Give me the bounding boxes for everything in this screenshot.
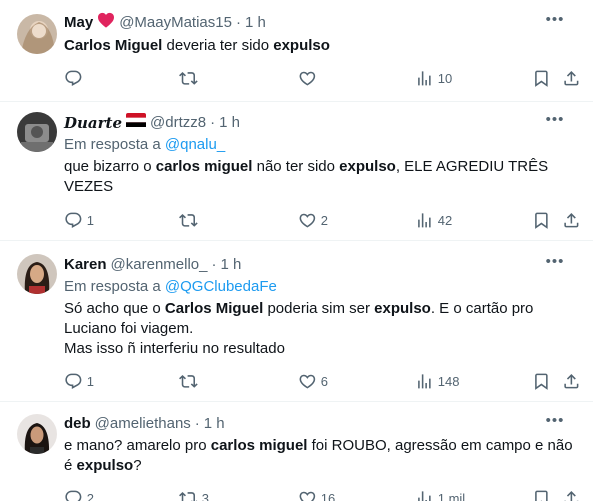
reply-to-link[interactable]: @QGClubedaFe [165,278,277,295]
views-button[interactable]: 42 [415,210,452,230]
views-icon [415,372,434,391]
views-button[interactable]: 1 mil [415,488,465,501]
retweet-icon [179,489,198,501]
like-button[interactable]: 2 [298,210,328,230]
reply-button[interactable]: 2 [64,488,94,501]
retweet-button[interactable] [179,210,202,230]
separator-dot: · [194,415,200,432]
display-name[interactable]: Karen [64,255,107,275]
like-button[interactable]: 16 [298,488,335,501]
reply-to-link[interactable]: @qnalu_ [165,136,225,153]
bookmark-button[interactable] [532,68,551,88]
reply-button[interactable] [64,68,87,88]
handle[interactable]: @ameliethans [95,414,191,434]
share-icon [562,489,581,501]
bookmark-button[interactable] [532,371,551,391]
tweet-actions: 1 2 42 [64,210,593,230]
like-icon [298,372,317,391]
share-button[interactable] [562,371,581,391]
timestamp[interactable]: 1 h [245,13,266,33]
timestamp[interactable]: 1 h [204,414,225,434]
display-name[interactable]: May [64,13,93,33]
share-button[interactable] [562,210,581,230]
retweet-icon [179,69,198,88]
avatar[interactable] [17,414,57,454]
bookmark-icon [532,69,551,88]
retweet-icon [179,372,198,391]
reply-button[interactable]: 1 [64,210,94,230]
handle[interactable]: @karenmello_ [111,255,208,275]
avatar[interactable] [17,14,57,54]
tweet[interactable]: deb @ameliethans · 1 h ••• e mano? amare… [0,402,593,501]
tweet[interactable]: Karen @karenmello_ · 1 h ••• Em resposta… [0,241,593,402]
retweet-button[interactable] [179,68,202,88]
retweet-button[interactable]: 3 [179,488,209,501]
views-icon [415,69,434,88]
reply-icon [64,69,83,88]
share-icon [562,372,581,391]
like-icon [298,69,317,88]
reply-icon [64,489,83,501]
tweet-text: Só acho que o Carlos Miguel poderia sim … [64,300,534,357]
retweet-button[interactable] [179,371,202,391]
share-icon [562,211,581,230]
tweet-text: Carlos Miguel deveria ter sido expulso [64,37,330,54]
bookmark-icon [532,372,551,391]
retweet-icon [179,211,198,230]
more-icon[interactable]: ••• [545,112,565,133]
reply-context: Em resposta a @QGClubedaFe [64,278,277,295]
more-icon[interactable]: ••• [545,254,565,275]
share-button[interactable] [562,68,581,88]
display-name[interactable]: deb [64,414,91,434]
separator-dot: · [211,256,217,273]
tweet-text: que bizarro o carlos miguel não ter sido… [64,158,549,195]
handle[interactable]: @MaayMatias15 [119,13,232,33]
reply-icon [64,372,83,391]
bookmark-icon [532,489,551,501]
tweet-header: deb @ameliethans · 1 h [64,414,579,434]
tweet-actions: 2 3 16 1 mil [64,488,593,501]
views-icon [415,489,434,501]
tweet-header: May @MaayMatias15 · 1 h [64,12,579,34]
bookmark-button[interactable] [532,488,551,501]
avatar[interactable] [17,112,57,152]
bookmark-button[interactable] [532,210,551,230]
reply-context: Em resposta a @qnalu_ [64,136,226,153]
like-button[interactable] [298,68,321,88]
tweet-actions: 1 6 148 [64,371,593,391]
views-icon [415,211,434,230]
more-icon[interactable]: ••• [545,12,565,33]
views-button[interactable]: 148 [415,371,459,391]
separator-dot: · [235,14,241,31]
timestamp[interactable]: 1 h [219,113,240,133]
timestamp[interactable]: 1 h [220,255,241,275]
display-name[interactable]: Duarte [64,113,122,133]
heart-emoji-icon [97,12,115,34]
more-icon[interactable]: ••• [545,413,565,434]
tweet-header: Duarte @drtzz8 · 1 h [64,113,579,133]
separator-dot: · [210,114,216,131]
like-icon [298,211,317,230]
tweet-header: Karen @karenmello_ · 1 h [64,255,579,275]
tweet[interactable]: Duarte @drtzz8 · 1 h ••• Em resposta a @… [0,102,593,241]
flag-icon [126,113,147,133]
tweet-actions: 10 [64,68,593,88]
tweet-text: e mano? amarelo pro carlos miguel foi RO… [64,437,573,474]
bookmark-icon [532,211,551,230]
share-icon [562,69,581,88]
handle[interactable]: @drtzz8 [150,113,206,133]
reply-button[interactable]: 1 [64,371,94,391]
views-button[interactable]: 10 [415,68,452,88]
like-button[interactable]: 6 [298,371,328,391]
tweet[interactable]: May @MaayMatias15 · 1 h ••• Carlos Migue… [0,0,593,102]
reply-icon [64,211,83,230]
like-icon [298,489,317,501]
share-button[interactable] [562,488,581,501]
avatar[interactable] [17,254,57,294]
